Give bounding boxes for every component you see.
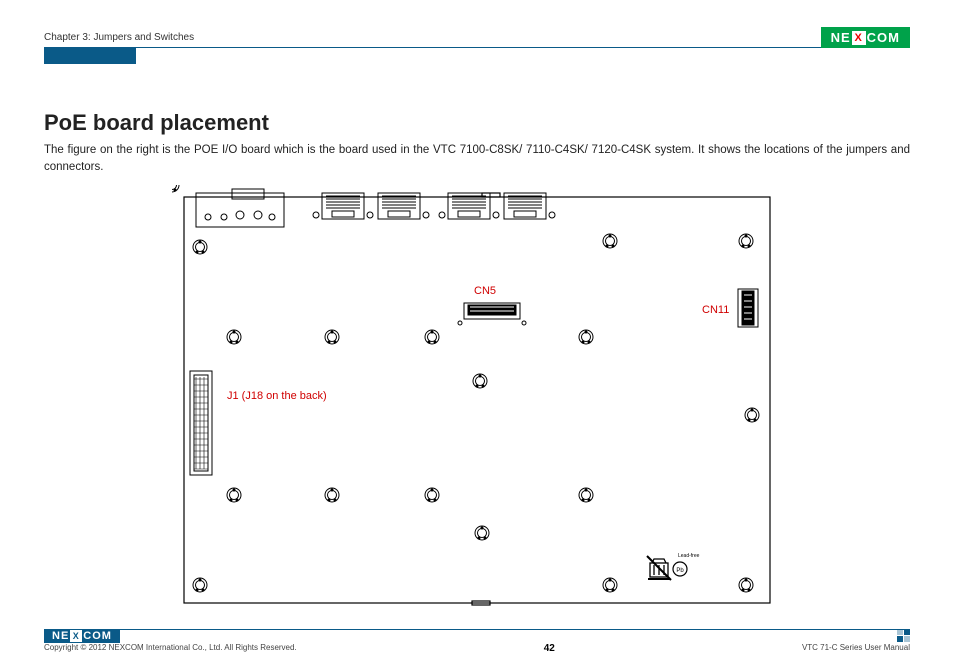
label-cn11: CN11 xyxy=(702,304,729,316)
section-title: PoE board placement xyxy=(44,110,910,136)
footer-rule: NE X COM xyxy=(44,629,910,639)
logo-text-left: NE xyxy=(831,30,851,45)
section-body: The figure on the right is the POE I/O b… xyxy=(44,142,910,175)
content-area: PoE board placement The figure on the ri… xyxy=(44,110,910,615)
label-j1: J1 (J18 on the back) xyxy=(227,390,327,402)
nexcom-logo-footer: NE X COM xyxy=(44,629,120,643)
footer-logo-left: NE xyxy=(52,630,69,642)
svg-text:Lead-free: Lead-free xyxy=(678,553,700,559)
nexcom-logo-header: NE X COM xyxy=(821,27,910,48)
logo-text-right: COM xyxy=(867,30,900,45)
chapter-title: Chapter 3: Jumpers and Switches xyxy=(44,32,194,47)
page-number: 42 xyxy=(544,643,555,654)
svg-text:Pb: Pb xyxy=(676,568,684,574)
footer-meta: Copyright © 2012 NEXCOM International Co… xyxy=(44,643,910,654)
footer-logo-x-icon: X xyxy=(70,630,82,642)
label-cn5: CN5 xyxy=(474,285,496,297)
header-rule: Chapter 3: Jumpers and Switches NE X COM xyxy=(44,22,910,48)
footer: NE X COM Copyright © 2012 NEXCOM Interna… xyxy=(44,629,910,654)
footer-logo-right: COM xyxy=(83,630,112,642)
header-accent-tab xyxy=(44,48,136,64)
footer-squares-icon xyxy=(897,629,910,642)
manual-title: VTC 71-C Series User Manual xyxy=(802,643,910,654)
logo-x-icon: X xyxy=(852,31,866,45)
board-figure: CN5 CN11 J1 (J18 on the back) xyxy=(172,185,782,615)
copyright-text: Copyright © 2012 NEXCOM International Co… xyxy=(44,643,297,654)
